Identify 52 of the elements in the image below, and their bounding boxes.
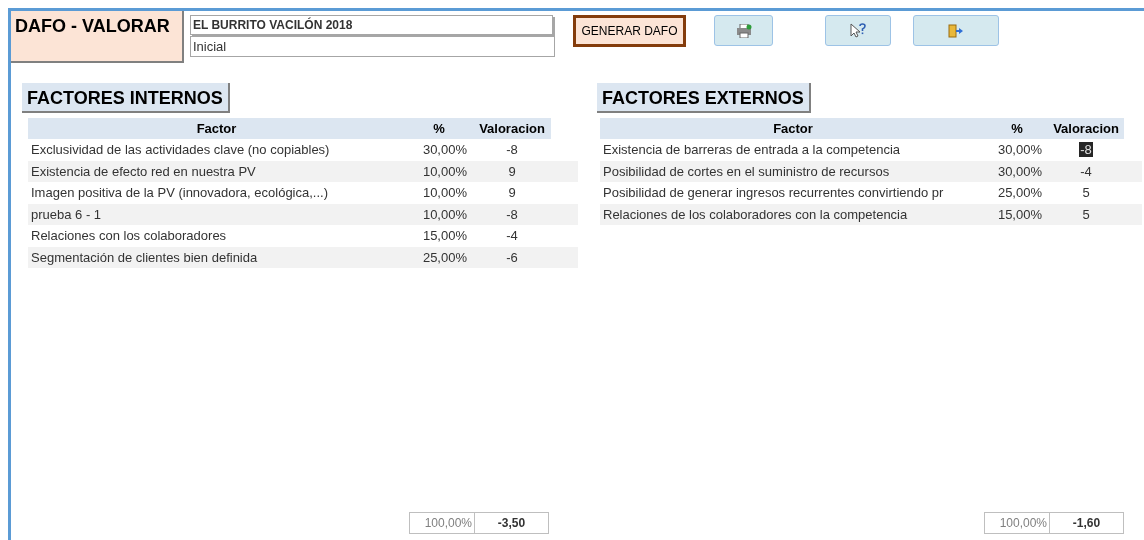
table-cell-text: Existencia de barreras de entrada a la competencia [602, 141, 901, 159]
exit-button[interactable] [913, 15, 999, 46]
table-cell-text: 30,00% [996, 162, 1043, 181]
page-title: DAFO - VALORAR [15, 16, 170, 36]
table-cell[interactable]: 5 [1081, 185, 1091, 200]
total-percent: 100,00% [409, 512, 475, 534]
table-cell[interactable]: 9 [507, 163, 517, 179]
door-exit-icon [948, 23, 964, 38]
section-heading: FACTORES INTERNOS [22, 83, 230, 113]
table-cell-text: 10,00% [421, 162, 468, 181]
table-cell-text: 15,00% [996, 205, 1043, 224]
version-field[interactable]: Inicial [190, 36, 555, 57]
table-cell[interactable]: 5 [1081, 206, 1091, 222]
table-cell[interactable]: -8 [505, 142, 519, 157]
table-cell[interactable]: -4 [505, 228, 519, 243]
column-header: Factor [195, 119, 238, 138]
table-cell-text: 30,00% [996, 141, 1043, 159]
table-cell-text: Relaciones de los colaboradores con la competencia [602, 205, 909, 224]
table-cell-text: 10,00% [421, 205, 468, 224]
table-cell[interactable]: -8 [505, 206, 519, 222]
total-percent: 100,00% [984, 512, 1050, 534]
printer-icon [735, 23, 752, 38]
table-cell-text: prueba 6 - 1 [30, 205, 103, 224]
print-button[interactable] [714, 15, 773, 46]
column-header: % [432, 119, 446, 138]
column-header: % [1010, 119, 1024, 138]
table-cell[interactable]: -6 [505, 249, 519, 265]
table-cell[interactable]: -4 [1079, 163, 1093, 179]
table-cell-text: Segmentación de clientes bien definida [30, 248, 259, 267]
table-cell-text: 25,00% [421, 248, 468, 267]
pointer-help-icon [850, 23, 866, 38]
table-cell[interactable]: -8 [1079, 142, 1093, 157]
table-cell-text: Posibilidad de generar ingresos recurrentes convirtiendo pr [602, 184, 945, 202]
total-rating: -1,60 [1050, 512, 1124, 534]
section-heading: FACTORES EXTERNOS [597, 83, 811, 113]
table-cell-text: 15,00% [421, 227, 468, 245]
generate-button[interactable]: GENERAR DAFO [573, 15, 686, 47]
table-cell-text: 25,00% [996, 184, 1043, 202]
table-cell-text: 30,00% [421, 141, 468, 159]
help-button[interactable] [825, 15, 891, 46]
column-header: Valoracion [478, 119, 546, 138]
column-header: Valoracion [1052, 119, 1120, 138]
total-rating: -3,50 [475, 512, 549, 534]
table-cell-text: Relaciones con los colaboradores [30, 227, 228, 245]
table-cell-text: Imagen positiva de la PV (innovadora, ecológica,...) [30, 184, 329, 202]
table-cell-text: 10,00% [421, 184, 468, 202]
column-header: Factor [772, 119, 814, 138]
table-cell-text: Exclusividad de las actividades clave (no copiables) [30, 141, 331, 159]
project-field[interactable]: EL BURRITO VACILÓN 2018 [190, 15, 553, 35]
table-cell-text: Existencia de efecto red en nuestra PV [30, 162, 257, 181]
table-cell-text: Posibilidad de cortes en el suministro de recursos [602, 162, 891, 181]
table-cell[interactable]: 9 [507, 185, 517, 200]
